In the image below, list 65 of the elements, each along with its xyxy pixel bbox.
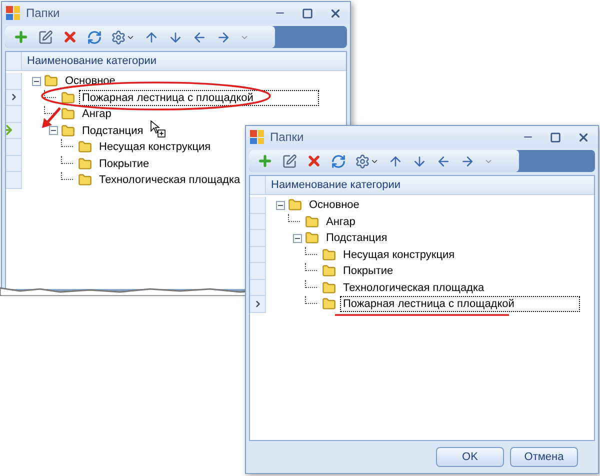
refresh-icon[interactable] xyxy=(87,30,102,44)
app-icon xyxy=(250,130,264,144)
move-up-icon[interactable] xyxy=(388,154,403,168)
maximize-icon[interactable] xyxy=(302,8,313,18)
add-icon[interactable] xyxy=(13,29,29,45)
collapse-icon[interactable] xyxy=(276,200,284,210)
tree-item[interactable]: Покрытие xyxy=(96,156,152,172)
move-down-icon[interactable] xyxy=(412,154,427,168)
tree-item[interactable]: Несущая конструкция xyxy=(340,246,458,263)
collapse-icon[interactable] xyxy=(292,234,302,243)
tree-item[interactable]: Подстанция xyxy=(79,122,146,139)
outdent-icon[interactable] xyxy=(192,30,207,44)
tree-item[interactable]: Подстанция xyxy=(323,230,390,246)
dialog-button[interactable]: OK xyxy=(436,447,504,467)
collapse-icon[interactable] xyxy=(32,76,40,86)
add-icon[interactable] xyxy=(257,153,273,169)
tree-item[interactable]: Покрытие xyxy=(340,263,396,280)
move-down-icon[interactable] xyxy=(168,30,183,44)
folder-icon xyxy=(61,124,75,138)
indent-icon[interactable] xyxy=(216,30,231,44)
refresh-icon[interactable] xyxy=(331,154,346,168)
folder-icon xyxy=(322,280,336,295)
delete-icon[interactable] xyxy=(306,153,322,169)
column-header[interactable]: Наименование категории xyxy=(22,52,346,71)
close-icon[interactable] xyxy=(329,6,342,20)
grid-corner-cell xyxy=(6,52,22,71)
drag-cursor-icon xyxy=(150,120,166,138)
window-title: Папки xyxy=(26,5,60,22)
edit-icon[interactable] xyxy=(282,154,297,168)
folder-icon xyxy=(322,248,336,262)
folder-icon xyxy=(305,231,319,246)
edit-icon[interactable] xyxy=(38,30,53,44)
tree-item[interactable]: Несущая конструкция xyxy=(96,139,214,156)
settings-dropdown-icon[interactable] xyxy=(355,154,379,168)
app-icon xyxy=(6,6,20,20)
tree-item[interactable]: Основное xyxy=(306,197,362,214)
folder-icon xyxy=(78,156,92,171)
tree-item[interactable]: Ангар xyxy=(79,106,114,122)
dialog-button[interactable]: Отмена xyxy=(510,447,578,467)
folder-icon xyxy=(61,90,75,105)
settings-dropdown-icon[interactable] xyxy=(111,30,135,44)
move-up-icon[interactable] xyxy=(144,30,159,44)
tree-item[interactable]: Технологическая площадка xyxy=(96,172,244,188)
drag-arrow xyxy=(40,106,64,130)
grid-corner-cell xyxy=(250,176,266,195)
delete-icon[interactable] xyxy=(62,29,78,45)
column-header[interactable]: Наименование категории xyxy=(266,176,594,195)
folder-icon xyxy=(78,173,92,188)
tree-item[interactable]: Пожарная лестница с площадкой xyxy=(79,90,319,106)
maximize-icon[interactable] xyxy=(550,132,561,142)
folder-icon xyxy=(44,74,58,88)
indent-icon[interactable] xyxy=(460,154,475,168)
folder-icon xyxy=(78,140,92,154)
window-title: Папки xyxy=(270,129,304,146)
tree-item[interactable]: Пожарная лестница с площадкой xyxy=(340,296,580,312)
outdent-icon[interactable] xyxy=(436,154,451,168)
folder-icon xyxy=(61,107,75,122)
folder-icon xyxy=(305,214,319,229)
collapse-icon[interactable] xyxy=(48,126,58,136)
close-icon[interactable] xyxy=(577,130,590,144)
folder-icon xyxy=(322,297,336,312)
folder-icon xyxy=(322,264,336,278)
tree-item[interactable]: Ангар xyxy=(323,214,358,230)
folder-icon xyxy=(288,198,302,212)
tree-item[interactable]: Технологическая площадка xyxy=(340,280,488,296)
